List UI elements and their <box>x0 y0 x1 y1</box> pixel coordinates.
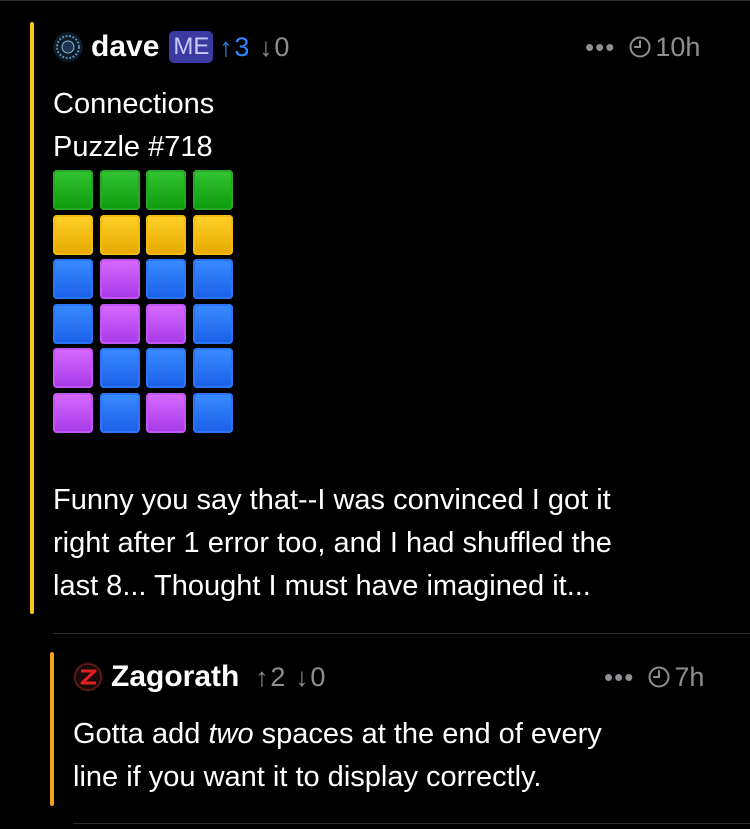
body-emphasis: two <box>208 718 254 750</box>
more-options-icon[interactable]: ••• <box>585 32 615 63</box>
green-square <box>146 170 186 210</box>
downvote-count: 0 <box>274 31 290 62</box>
yellow-square <box>53 215 93 255</box>
purple-square <box>100 304 140 344</box>
more-options-icon[interactable]: ••• <box>604 662 634 693</box>
blue-square <box>146 348 186 388</box>
green-square <box>100 170 140 210</box>
comment-divider <box>53 633 750 634</box>
blue-square <box>193 304 233 344</box>
upvote-count: 2 <box>270 661 286 692</box>
thread-depth-bar <box>50 652 54 806</box>
yellow-square <box>193 215 233 255</box>
timestamp: 7h <box>674 661 705 692</box>
user-avatar[interactable] <box>73 662 103 692</box>
top-divider <box>0 0 750 1</box>
blue-square <box>193 259 233 299</box>
purple-square <box>53 348 93 388</box>
comment-body: Connections Puzzle #718 <box>53 83 214 169</box>
username[interactable]: dave <box>91 30 159 64</box>
body-text-post: spaces at the end of every <box>253 718 602 750</box>
clock-icon <box>648 666 670 688</box>
clock-icon <box>629 36 651 58</box>
comment-meta: ••• 7h <box>604 659 704 695</box>
comment-header: Zagorath ↑ 2 ↓ 0 <box>73 659 325 695</box>
green-square <box>193 170 233 210</box>
comment-header: dave ME ↑ 3 ↓ 0 <box>53 29 289 65</box>
blue-square <box>100 393 140 433</box>
body-line-3: last 8... Thought I must have imagined i… <box>53 570 591 602</box>
downvote-count: 0 <box>310 661 326 692</box>
comment-divider <box>73 823 750 824</box>
body-line-1: Gotta add two spaces at the end of every <box>73 713 602 756</box>
blue-square <box>193 348 233 388</box>
blue-square <box>146 259 186 299</box>
body-line-2: line if you want it to display correctly… <box>73 761 542 793</box>
purple-square <box>146 393 186 433</box>
yellow-square <box>146 215 186 255</box>
yellow-square <box>100 215 140 255</box>
upvote-button[interactable]: ↑ 2 <box>255 662 285 693</box>
blue-square <box>53 259 93 299</box>
me-badge: ME <box>169 31 214 63</box>
blue-square <box>53 304 93 344</box>
body-text-pre: Gotta add <box>73 718 209 750</box>
puzzle-title-line2: Puzzle #718 <box>53 131 213 163</box>
user-avatar[interactable] <box>53 32 83 62</box>
downvote-button[interactable]: ↓ 0 <box>295 662 325 693</box>
timestamp: 10h <box>655 31 701 62</box>
username[interactable]: Zagorath <box>111 660 239 694</box>
purple-square <box>146 304 186 344</box>
body-line-1: Funny you say that--I was convinced I go… <box>53 484 611 516</box>
comment-body-text: Gotta add two spaces at the end of every… <box>73 713 602 799</box>
purple-square <box>100 259 140 299</box>
blue-square <box>100 348 140 388</box>
arrow-up-icon: ↑ <box>255 661 269 692</box>
arrow-down-icon: ↓ <box>259 31 273 62</box>
thread-depth-bar <box>30 22 34 614</box>
body-line-2: right after 1 error too, and I had shuff… <box>53 527 612 559</box>
puzzle-title-line1: Connections <box>53 88 215 120</box>
purple-square <box>53 393 93 433</box>
green-square <box>53 170 93 210</box>
arrow-down-icon: ↓ <box>295 661 309 692</box>
comment-body-text: Funny you say that--I was convinced I go… <box>53 479 612 608</box>
upvote-count: 3 <box>234 31 250 62</box>
downvote-button[interactable]: ↓ 0 <box>259 32 289 63</box>
arrow-up-icon: ↑ <box>219 31 233 62</box>
upvote-button[interactable]: ↑ 3 <box>219 32 249 63</box>
blue-square <box>193 393 233 433</box>
comment-meta: ••• 10h <box>585 29 700 65</box>
